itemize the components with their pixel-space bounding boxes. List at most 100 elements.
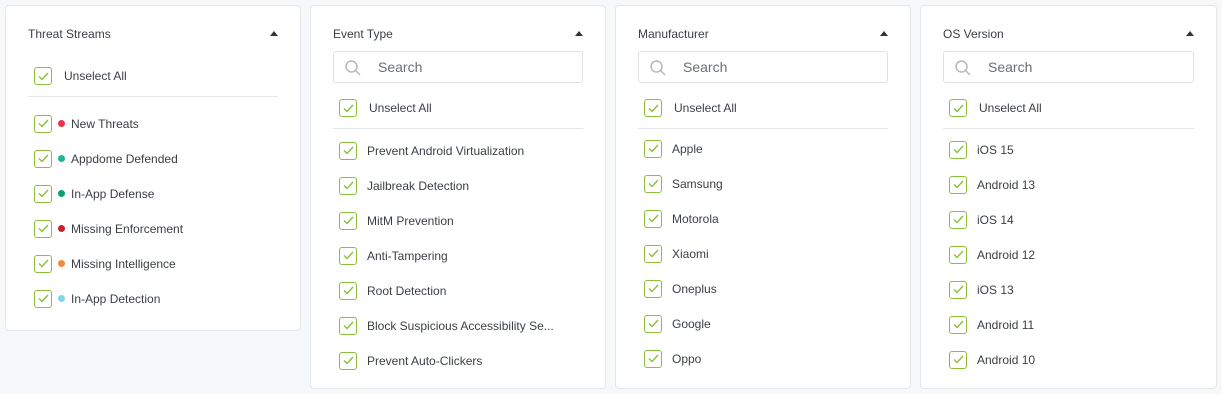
filter-option[interactable]: Xiaomi	[644, 236, 888, 271]
filter-option-label: New Threats	[71, 116, 139, 131]
filter-option[interactable]: Anti-Tampering	[339, 238, 583, 273]
filter-option[interactable]: Missing Intelligence	[34, 246, 278, 281]
checkbox-checked-icon[interactable]	[34, 184, 52, 203]
filter-option[interactable]: Block Suspicious Accessibility Se...	[339, 308, 583, 343]
filter-option[interactable]: Android 11	[949, 307, 1194, 342]
checkbox-checked-icon[interactable]	[644, 209, 662, 228]
checkbox-checked-icon[interactable]	[949, 175, 967, 194]
checkbox-checked-icon[interactable]	[949, 140, 967, 159]
filter-option[interactable]: Samsung	[644, 166, 888, 201]
collapse-caret-icon[interactable]	[270, 31, 278, 36]
checkbox-checked-icon[interactable]	[34, 219, 52, 238]
search-input[interactable]	[683, 52, 879, 82]
panel-header[interactable]: Threat Streams	[28, 26, 278, 42]
checkbox-checked-icon[interactable]	[644, 279, 662, 298]
filter-option[interactable]: iOS 14	[949, 202, 1194, 237]
checkbox-checked-icon[interactable]	[949, 99, 967, 117]
collapse-caret-icon[interactable]	[575, 31, 583, 36]
filter-option[interactable]: Motorola	[644, 201, 888, 236]
filter-option[interactable]: In-App Defense	[34, 176, 278, 211]
checkbox-checked-icon[interactable]	[339, 176, 357, 195]
filter-option-label: Prevent Auto-Clickers	[367, 353, 483, 368]
filter-option-label: Apple	[672, 141, 703, 156]
checkbox-checked-icon[interactable]	[339, 211, 357, 230]
checkbox-checked-icon[interactable]	[34, 289, 52, 308]
divider	[28, 96, 278, 97]
status-dot-icon	[58, 295, 65, 302]
filter-option[interactable]: Android 12	[949, 237, 1194, 272]
filter-option-label: Prevent Android Virtualization	[367, 143, 525, 158]
panel-title: Manufacturer	[638, 27, 709, 41]
filter-option[interactable]: Android 10	[949, 342, 1194, 377]
filter-option[interactable]: Apple	[644, 131, 888, 166]
filter-option-label: Oppo	[672, 351, 702, 366]
search-field[interactable]	[638, 51, 888, 83]
search-field[interactable]	[943, 51, 1194, 83]
checkbox-checked-icon[interactable]	[339, 246, 357, 265]
checkbox-checked-icon[interactable]	[339, 316, 357, 335]
filter-option[interactable]: Oppo	[644, 341, 888, 376]
checkbox-checked-icon[interactable]	[644, 349, 662, 368]
filter-option-label: Block Suspicious Accessibility Se...	[367, 318, 554, 333]
filter-option[interactable]: Oneplus	[644, 271, 888, 306]
checkbox-checked-icon[interactable]	[34, 149, 52, 168]
unselect-all-checkbox[interactable]: Unselect All	[644, 98, 737, 118]
checkbox-checked-icon[interactable]	[644, 139, 662, 158]
panel-header[interactable]: OS Version	[943, 26, 1194, 42]
status-dot-icon	[58, 190, 65, 197]
filter-option[interactable]: iOS 13	[949, 272, 1194, 307]
filter-option-label: Jailbreak Detection	[367, 178, 470, 193]
checkbox-checked-icon[interactable]	[949, 210, 967, 229]
checkbox-checked-icon[interactable]	[949, 350, 967, 369]
panel-title: Event Type	[333, 27, 393, 41]
filter-option[interactable]: Google	[644, 306, 888, 341]
filter-option-label: Samsung	[672, 176, 723, 191]
filter-option-label: Motorola	[672, 211, 719, 226]
checkbox-checked-icon[interactable]	[34, 67, 52, 85]
unselect-all-checkbox[interactable]: Unselect All	[34, 66, 127, 86]
panel-header[interactable]: Manufacturer	[638, 26, 888, 42]
filter-option[interactable]: Missing Enforcement	[34, 211, 278, 246]
unselect-all-label: Unselect All	[64, 69, 127, 83]
filter-option[interactable]: Prevent Android Virtualization	[339, 133, 583, 168]
checkbox-checked-icon[interactable]	[949, 280, 967, 299]
checkbox-checked-icon[interactable]	[949, 315, 967, 334]
filter-option[interactable]: iOS 15	[949, 132, 1194, 167]
unselect-all-checkbox[interactable]: Unselect All	[339, 98, 432, 118]
checkbox-checked-icon[interactable]	[339, 351, 357, 370]
checkbox-checked-icon[interactable]	[949, 245, 967, 264]
filter-option-label: Missing Intelligence	[71, 256, 176, 271]
checkbox-checked-icon[interactable]	[339, 281, 357, 300]
filter-option[interactable]: In-App Detection	[34, 281, 278, 316]
checkbox-checked-icon[interactable]	[339, 99, 357, 117]
filter-option[interactable]: Android 13	[949, 167, 1194, 202]
filter-option-label: Root Detection	[367, 283, 447, 298]
checkbox-checked-icon[interactable]	[644, 99, 662, 117]
unselect-all-checkbox[interactable]: Unselect All	[949, 98, 1042, 118]
checkbox-checked-icon[interactable]	[644, 244, 662, 263]
filter-option-label: Xiaomi	[672, 246, 709, 261]
filter-panel-os-version: OS Version Unselect All iOS 15 Android 13…	[920, 5, 1217, 389]
search-field[interactable]	[333, 51, 583, 83]
search-input[interactable]	[988, 52, 1185, 82]
checkbox-checked-icon[interactable]	[34, 114, 52, 133]
checkbox-checked-icon[interactable]	[339, 141, 357, 160]
collapse-caret-icon[interactable]	[1186, 31, 1194, 36]
filter-option[interactable]: MitM Prevention	[339, 203, 583, 238]
filter-option[interactable]: New Threats	[34, 106, 278, 141]
filter-option-label: iOS 14	[977, 212, 1014, 227]
checkbox-checked-icon[interactable]	[644, 314, 662, 333]
panel-header[interactable]: Event Type	[333, 26, 583, 42]
os-version-list: iOS 15 Android 13 iOS 14 Android 12 iOS 13 An…	[949, 132, 1194, 377]
search-icon	[650, 60, 666, 76]
checkbox-checked-icon[interactable]	[644, 174, 662, 193]
filter-option[interactable]: Jailbreak Detection	[339, 168, 583, 203]
status-dot-icon	[58, 155, 65, 162]
divider	[333, 128, 583, 129]
filter-option[interactable]: Root Detection	[339, 273, 583, 308]
checkbox-checked-icon[interactable]	[34, 254, 52, 273]
filter-option[interactable]: Prevent Auto-Clickers	[339, 343, 583, 378]
search-input[interactable]	[378, 52, 574, 82]
collapse-caret-icon[interactable]	[880, 31, 888, 36]
filter-option[interactable]: Appdome Defended	[34, 141, 278, 176]
